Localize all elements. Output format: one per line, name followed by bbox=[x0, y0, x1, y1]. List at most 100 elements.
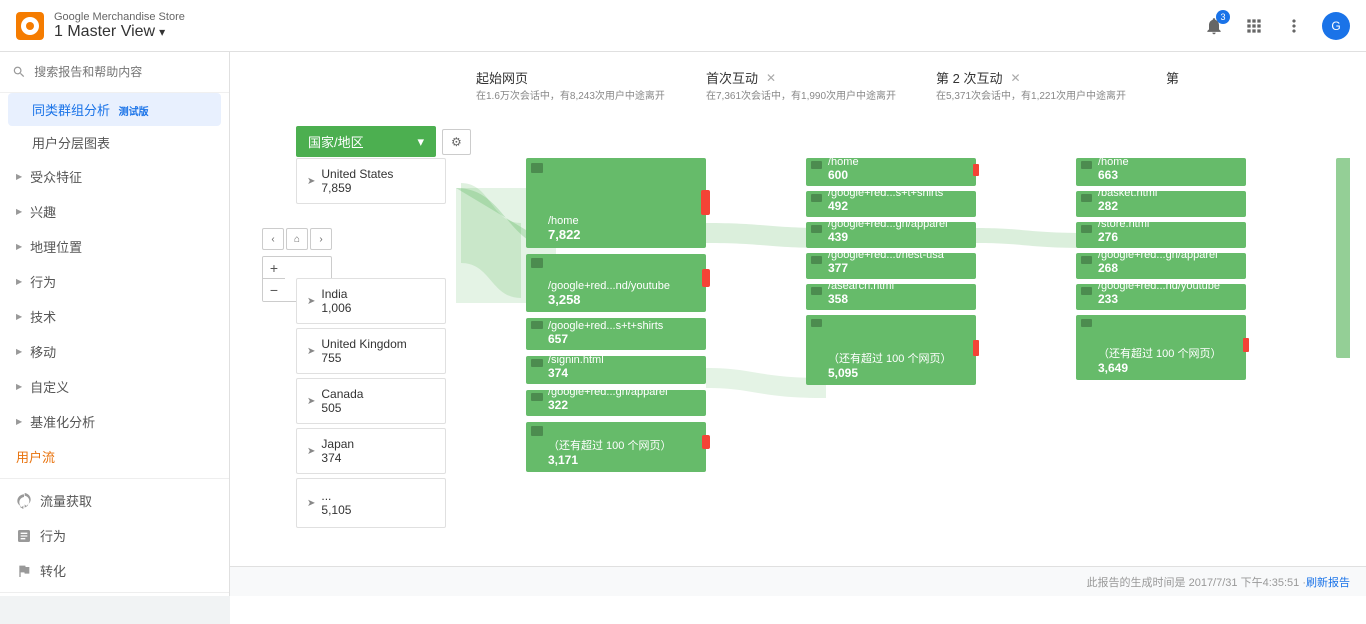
int-block-home[interactable]: /home 600 bbox=[806, 158, 976, 186]
page-name: /google+red...nd/youtube bbox=[548, 280, 698, 292]
more-icon[interactable] bbox=[1282, 14, 1306, 38]
int-name: /google+red...gn/apparel bbox=[828, 218, 968, 230]
flow-settings-button[interactable]: ⚙ bbox=[442, 129, 471, 155]
page-icon bbox=[531, 359, 543, 367]
sidebar-item-interests[interactable]: ▶ 兴趣 bbox=[0, 194, 229, 229]
page-icon bbox=[1081, 225, 1092, 233]
sidebar-item-benchmark[interactable]: ▶ 基准化分析 bbox=[0, 404, 229, 439]
avatar[interactable]: G bbox=[1322, 12, 1350, 40]
int2-block-store[interactable]: /store.html 276 bbox=[1076, 222, 1246, 248]
sidebar-item-geo[interactable]: ▶ 地理位置 bbox=[0, 229, 229, 264]
zoom-out-button[interactable]: − bbox=[263, 279, 285, 301]
int-block-more[interactable]: （还有超过 100 个网页） 5,095 bbox=[806, 315, 976, 385]
int2-block-more[interactable]: （还有超过 100 个网页） 3,649 bbox=[1076, 315, 1246, 380]
sidebar-item-mobile[interactable]: ▶ 移动 bbox=[0, 334, 229, 369]
search-input[interactable] bbox=[34, 65, 217, 79]
col4-title: 第 bbox=[1166, 68, 1286, 87]
country-item-uk[interactable]: ➤ United Kingdom 755 bbox=[296, 328, 446, 374]
col3-close-icon[interactable]: ✕ bbox=[1010, 71, 1020, 85]
dropdown-arrow-icon: ▾ bbox=[417, 134, 424, 150]
country-selector-row: 国家/地区 ▾ ⚙ bbox=[296, 126, 471, 157]
int2-name: /google+red...gn/apparel bbox=[1098, 249, 1238, 261]
col2-close-icon[interactable]: ✕ bbox=[766, 71, 776, 85]
page-count: 3,258 bbox=[548, 292, 698, 307]
ga-logo-dot bbox=[26, 22, 34, 30]
col3-header: 第 2 次互动 ✕ 在5,371次会话中，有1,221次用户中途离开 bbox=[926, 68, 1156, 102]
header-right: 3 G bbox=[1202, 12, 1350, 40]
view-name: 1 Master View ▾ bbox=[54, 23, 185, 41]
int-block-asearch[interactable]: /asearch.html 358 bbox=[806, 284, 976, 310]
int2-block-apparel[interactable]: /google+red...gn/apparel 268 bbox=[1076, 253, 1246, 279]
sidebar-item-user-flow[interactable]: 用户流 bbox=[0, 439, 229, 474]
sidebar-item-behavior[interactable]: ▶ 行为 bbox=[0, 264, 229, 299]
int-block-nest[interactable]: /google+red...t/nest-usa 377 bbox=[806, 253, 976, 279]
sidebar-item-cohort[interactable]: 同类群组分析 测试版 bbox=[8, 93, 221, 126]
col4-block[interactable] bbox=[1336, 158, 1350, 358]
col1-title: 起始网页 bbox=[476, 68, 696, 87]
sidebar-search-container[interactable] bbox=[0, 52, 229, 93]
page-block-youtube[interactable]: /google+red...nd/youtube 3,258 bbox=[526, 254, 706, 312]
notification-badge: 3 bbox=[1216, 10, 1230, 24]
chevron-right-icon: ▶ bbox=[16, 207, 22, 216]
page-name: （还有超过 100 个网页） bbox=[548, 437, 698, 453]
int-block-apparel[interactable]: /google+red...gn/apparel 439 bbox=[806, 222, 976, 248]
page-icon bbox=[1081, 194, 1092, 202]
page-block-apparel[interactable]: /google+red...gn/apparel 322 bbox=[526, 390, 706, 416]
page-block-shirts[interactable]: /google+red...s+t+shirts 657 bbox=[526, 318, 706, 350]
nav-left-button[interactable]: ‹ bbox=[262, 228, 284, 250]
country-item-india[interactable]: ➤ India 1,006 bbox=[296, 278, 446, 324]
col2-title: 首次互动 bbox=[706, 68, 758, 87]
refresh-link[interactable]: 刷新报告 bbox=[1306, 574, 1350, 590]
app-name: Google Merchandise Store bbox=[54, 11, 185, 23]
page-name: /google+red...s+t+shirts bbox=[548, 320, 698, 332]
country-item-others[interactable]: ➤ ... 5,105 bbox=[296, 478, 446, 528]
int-name: /google+red...s+t+shirts bbox=[828, 187, 968, 199]
main-content: 起始网页 在1.6万次会话中，有8,243次用户中途离开 首次互动 ✕ 在7,3… bbox=[230, 52, 1366, 624]
notification-icon[interactable]: 3 bbox=[1202, 14, 1226, 38]
col3-subtitle: 在5,371次会话中，有1,221次用户中途离开 bbox=[936, 87, 1156, 102]
int2-block-basket[interactable]: /basket.html 282 bbox=[1076, 191, 1246, 217]
int-name: /home bbox=[828, 156, 968, 168]
col4-header: 第 bbox=[1156, 68, 1286, 102]
country-item-canada[interactable]: ➤ Canada 505 bbox=[296, 378, 446, 424]
page-block-home[interactable]: /home 7,822 bbox=[526, 158, 706, 248]
int-count: 377 bbox=[828, 261, 968, 275]
page-icon bbox=[811, 319, 822, 327]
arrow-right-icon: ➤ bbox=[307, 296, 315, 307]
sidebar-section-behavior[interactable]: 行为 bbox=[0, 518, 229, 553]
drop-indicator bbox=[702, 269, 710, 287]
country-dropdown[interactable]: 国家/地区 ▾ bbox=[296, 126, 436, 157]
drop-indicator bbox=[1243, 338, 1249, 352]
sidebar-item-user-segments[interactable]: 用户分层图表 bbox=[0, 126, 229, 159]
header-left: Google Merchandise Store 1 Master View ▾ bbox=[16, 11, 185, 41]
dropdown-icon[interactable]: ▾ bbox=[159, 25, 165, 39]
col1-subtitle: 在1.6万次会话中，有8,243次用户中途离开 bbox=[476, 87, 696, 102]
page-block-more[interactable]: （还有超过 100 个网页） 3,171 bbox=[526, 422, 706, 472]
sidebar-item-custom[interactable]: ▶ 自定义 bbox=[0, 369, 229, 404]
page-count: 7,822 bbox=[548, 227, 698, 242]
page-name: /home bbox=[548, 215, 698, 227]
int2-name: （还有超过 100 个网页） bbox=[1098, 345, 1238, 361]
second-interactions-column: /home 663 /basket.html 282 /store.html 2… bbox=[1076, 158, 1246, 385]
country-item-japan[interactable]: ➤ Japan 374 bbox=[296, 428, 446, 474]
chevron-right-icon: ▶ bbox=[16, 172, 22, 181]
arrow-right-icon: ➤ bbox=[307, 498, 315, 509]
apps-icon[interactable] bbox=[1242, 14, 1266, 38]
page-block-signin[interactable]: /signin.html 374 bbox=[526, 356, 706, 384]
page-icon bbox=[531, 258, 543, 268]
int2-count: 663 bbox=[1098, 168, 1238, 182]
int2-block-youtube[interactable]: /google+red...nd/youtube 233 bbox=[1076, 284, 1246, 310]
int-block-shirts[interactable]: /google+red...s+t+shirts 492 bbox=[806, 191, 976, 217]
drop-indicator bbox=[973, 164, 979, 176]
page-name: /signin.html bbox=[548, 354, 698, 366]
sidebar-item-tech[interactable]: ▶ 技术 bbox=[0, 299, 229, 334]
page-count: 322 bbox=[548, 398, 698, 412]
int-count: 358 bbox=[828, 292, 968, 306]
int2-block-home[interactable]: /home 663 bbox=[1076, 158, 1246, 186]
page-icon bbox=[811, 287, 822, 295]
country-item-us[interactable]: ➤ United States 7,859 bbox=[296, 158, 446, 204]
zoom-in-button[interactable]: + bbox=[263, 257, 285, 279]
sidebar-item-audience[interactable]: ▶ 受众特征 bbox=[0, 159, 229, 194]
sidebar-section-acquisition[interactable]: 流量获取 bbox=[0, 483, 229, 518]
sidebar-section-conversions[interactable]: 转化 bbox=[0, 553, 229, 588]
